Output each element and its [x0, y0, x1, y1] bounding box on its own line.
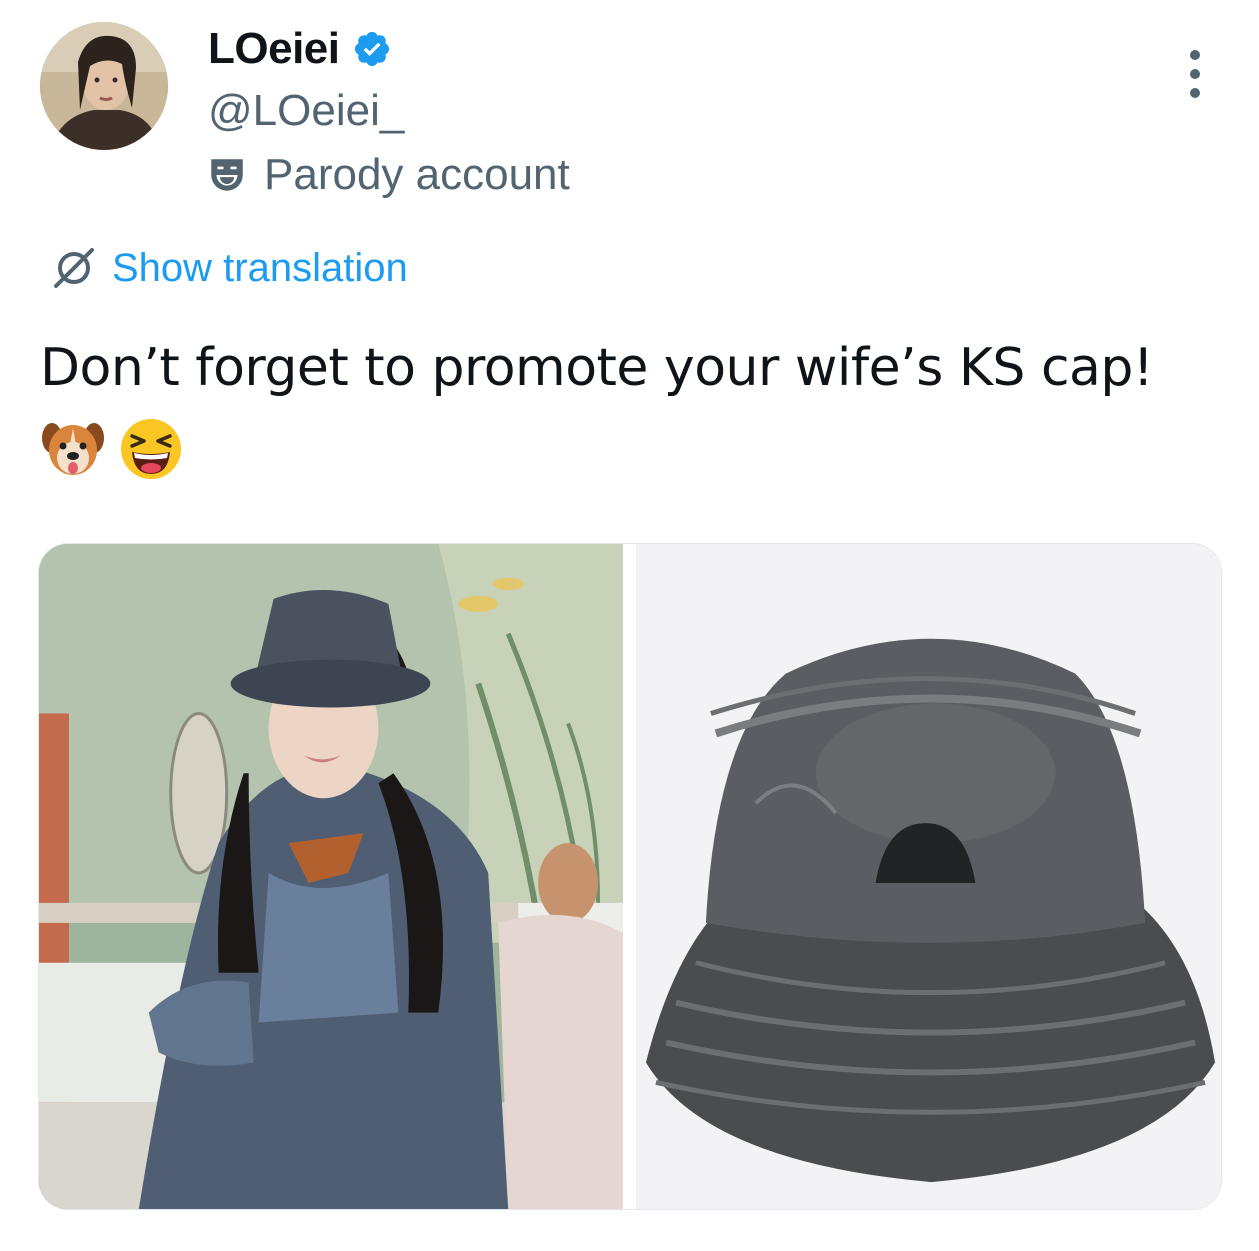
dog-face-emoji-icon [40, 416, 106, 482]
translate-globe-icon [50, 244, 98, 292]
theater-mask-icon [206, 154, 248, 196]
more-dot [1190, 69, 1200, 79]
tweet-text: Don’t forget to promote your wife’s KS c… [40, 338, 1154, 398]
parody-label-text: Parody account [264, 150, 570, 199]
media-photo-hat[interactable] [636, 544, 1221, 1209]
person-photo-image [39, 544, 623, 1209]
tweet-emojis [40, 416, 184, 482]
more-options-icon[interactable] [1182, 50, 1208, 98]
user-handle[interactable]: @LOeiei_ [208, 86, 404, 136]
verified-badge-icon [352, 29, 392, 69]
tweet-media [38, 543, 1222, 1210]
more-dot [1190, 88, 1200, 98]
grinning-squinting-face-emoji-icon [118, 416, 184, 482]
more-dot [1190, 50, 1200, 60]
parody-label: Parody account [206, 150, 570, 200]
show-translation-label[interactable]: Show translation [112, 246, 408, 291]
avatar-photo [40, 22, 168, 150]
media-photo-person[interactable] [39, 544, 623, 1209]
show-translation-button[interactable]: Show translation [50, 244, 408, 292]
display-name[interactable]: LOeiei [208, 24, 340, 74]
bucket-hat-image [636, 544, 1221, 1209]
avatar[interactable] [40, 22, 168, 150]
author-name-row[interactable]: LOeiei [208, 24, 392, 74]
